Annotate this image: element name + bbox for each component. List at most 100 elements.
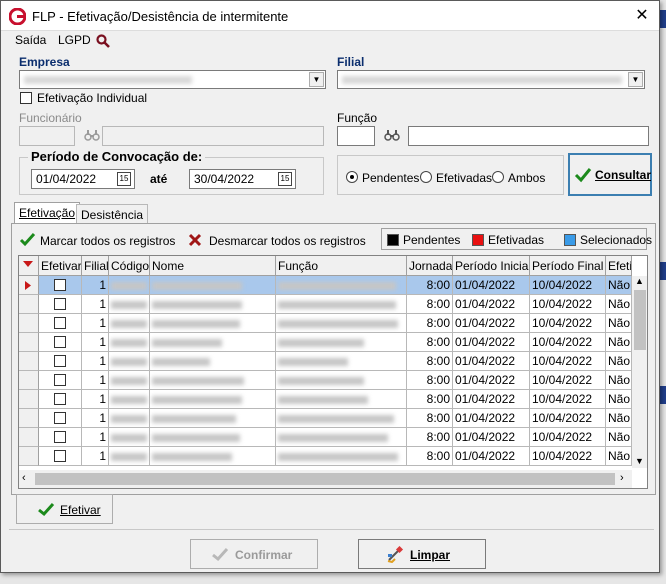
- row-checkbox[interactable]: [54, 393, 66, 405]
- scroll-thumb[interactable]: [634, 290, 646, 350]
- mark-all-link[interactable]: Marcar todos os registros: [40, 234, 175, 248]
- table-row[interactable]: 1 8:00 01/04/2022 10/04/2022 Não: [19, 314, 632, 333]
- efetivacao-individual-checkbox[interactable]: [20, 92, 32, 104]
- scroll-down-icon[interactable]: ▼: [635, 456, 644, 466]
- chevron-down-icon[interactable]: ▼: [628, 72, 643, 87]
- funcionario-code-field[interactable]: [19, 126, 75, 146]
- date-from-field[interactable]: 01/04/2022 15: [31, 169, 135, 189]
- calendar-icon[interactable]: 15: [117, 172, 131, 186]
- table-row[interactable]: 1 8:00 01/04/2022 10/04/2022 Não: [19, 390, 632, 409]
- col-header-periodo-inicial[interactable]: Período Inicial: [453, 256, 530, 276]
- header-indicator[interactable]: [19, 256, 39, 276]
- date-to-field[interactable]: 30/04/2022 15: [189, 169, 296, 189]
- row-indicator[interactable]: [19, 314, 39, 333]
- row-indicator[interactable]: [19, 295, 39, 314]
- cell-efetivar[interactable]: [39, 352, 82, 371]
- cell-filial: 1: [82, 314, 109, 333]
- funcao-code-field[interactable]: [337, 126, 375, 146]
- chevron-down-icon[interactable]: ▼: [309, 72, 324, 87]
- cell-efetivar[interactable]: [39, 314, 82, 333]
- scroll-thumb[interactable]: [35, 473, 615, 485]
- efetivar-button[interactable]: Efetivar: [16, 494, 113, 524]
- calendar-icon[interactable]: 15: [278, 172, 292, 186]
- x-icon[interactable]: [188, 233, 202, 247]
- table-row[interactable]: 1 8:00 01/04/2022 10/04/2022 Não: [19, 276, 632, 295]
- row-checkbox[interactable]: [54, 317, 66, 329]
- cell-efetivar[interactable]: [39, 447, 82, 466]
- checkmark-icon[interactable]: [19, 232, 36, 247]
- binoculars-icon[interactable]: [384, 128, 400, 142]
- row-indicator[interactable]: [19, 390, 39, 409]
- table-row[interactable]: 1 8:00 01/04/2022 10/04/2022 Não: [19, 352, 632, 371]
- confirmar-button[interactable]: Confirmar: [190, 539, 318, 569]
- row-checkbox[interactable]: [54, 355, 66, 367]
- unmark-all-link[interactable]: Desmarcar todos os registros: [209, 234, 366, 248]
- binoculars-icon[interactable]: [84, 128, 100, 142]
- cell-efetivar[interactable]: [39, 409, 82, 428]
- periodo-label: Período de Convocação de:: [28, 149, 206, 164]
- filial-combo[interactable]: ▼: [337, 70, 645, 89]
- title-bar[interactable]: FLP - Efetivação/Desistência de intermit…: [1, 1, 659, 31]
- scroll-left-icon[interactable]: ‹: [22, 472, 26, 484]
- menu-lgpd[interactable]: LGPD: [58, 33, 91, 47]
- scroll-up-icon[interactable]: ▲: [635, 276, 644, 286]
- records-grid[interactable]: Efetivar Filial Código Nome Função Jorna…: [18, 255, 648, 489]
- col-header-nome[interactable]: Nome: [150, 256, 276, 276]
- vertical-scrollbar[interactable]: ▲ ▼: [632, 276, 647, 468]
- radio-pendentes[interactable]: [346, 171, 358, 183]
- radio-ambos[interactable]: [492, 171, 504, 183]
- col-header-jornada[interactable]: Jornada: [407, 256, 453, 276]
- cell-efetivar[interactable]: [39, 390, 82, 409]
- row-indicator[interactable]: [19, 276, 39, 295]
- col-header-codigo[interactable]: Código: [109, 256, 150, 276]
- tab-efetivacao[interactable]: Efetivação: [14, 202, 81, 224]
- consultar-button[interactable]: Consultar: [568, 153, 652, 196]
- cell-efetivar[interactable]: [39, 295, 82, 314]
- search-icon[interactable]: [96, 34, 110, 48]
- empresa-combo[interactable]: ▼: [19, 70, 326, 89]
- table-row[interactable]: 1 8:00 01/04/2022 10/04/2022 Não: [19, 409, 632, 428]
- row-checkbox[interactable]: [54, 412, 66, 424]
- row-checkbox[interactable]: [54, 374, 66, 386]
- col-header-funcao[interactable]: Função: [276, 256, 407, 276]
- row-checkbox[interactable]: [54, 431, 66, 443]
- menu-saida[interactable]: Saída: [15, 33, 46, 47]
- cell-efetivar[interactable]: [39, 428, 82, 447]
- row-indicator[interactable]: [19, 352, 39, 371]
- redacted-text: [278, 452, 398, 461]
- col-header-periodo-final[interactable]: Período Final: [530, 256, 606, 276]
- cell-efetivar[interactable]: [39, 333, 82, 352]
- row-checkbox[interactable]: [54, 298, 66, 310]
- row-indicator[interactable]: [19, 447, 39, 466]
- row-checkbox[interactable]: [54, 450, 66, 462]
- redacted-text: [111, 395, 147, 404]
- col-header-filial[interactable]: Filial: [82, 256, 109, 276]
- horizontal-scrollbar[interactable]: ‹ ›: [19, 470, 632, 488]
- table-row[interactable]: 1 8:00 01/04/2022 10/04/2022 Não: [19, 428, 632, 447]
- row-checkbox[interactable]: [54, 279, 66, 291]
- cell-filial: 1: [82, 409, 109, 428]
- legend-efetivadas-label: Efetivadas: [488, 233, 545, 247]
- funcionario-name-field[interactable]: [102, 126, 324, 146]
- col-header-efetivar[interactable]: Efetivar: [39, 256, 82, 276]
- table-row[interactable]: 1 8:00 01/04/2022 10/04/2022 Não: [19, 371, 632, 390]
- row-indicator[interactable]: [19, 333, 39, 352]
- scroll-right-icon[interactable]: ›: [620, 472, 624, 484]
- cell-efetivar[interactable]: [39, 276, 82, 295]
- radio-efetivadas[interactable]: [420, 171, 432, 183]
- tab-desistencia[interactable]: Desistência: [76, 204, 149, 224]
- table-row[interactable]: 1 8:00 01/04/2022 10/04/2022 Não: [19, 333, 632, 352]
- funcao-name-field[interactable]: [408, 126, 649, 146]
- cell-periodo-inicial: 01/04/2022: [453, 447, 530, 466]
- table-row[interactable]: 1 8:00 01/04/2022 10/04/2022 Não: [19, 295, 632, 314]
- close-button[interactable]: ✕: [629, 5, 655, 27]
- row-indicator[interactable]: [19, 409, 39, 428]
- limpar-button[interactable]: Limpar: [358, 539, 486, 569]
- table-row[interactable]: 1 8:00 01/04/2022 10/04/2022 Não: [19, 447, 632, 466]
- date-to-value: 30/04/2022: [194, 172, 255, 186]
- row-indicator[interactable]: [19, 428, 39, 447]
- row-checkbox[interactable]: [54, 336, 66, 348]
- cell-efetivar[interactable]: [39, 371, 82, 390]
- row-indicator[interactable]: [19, 371, 39, 390]
- col-header-efetivada[interactable]: Efeti: [606, 256, 632, 276]
